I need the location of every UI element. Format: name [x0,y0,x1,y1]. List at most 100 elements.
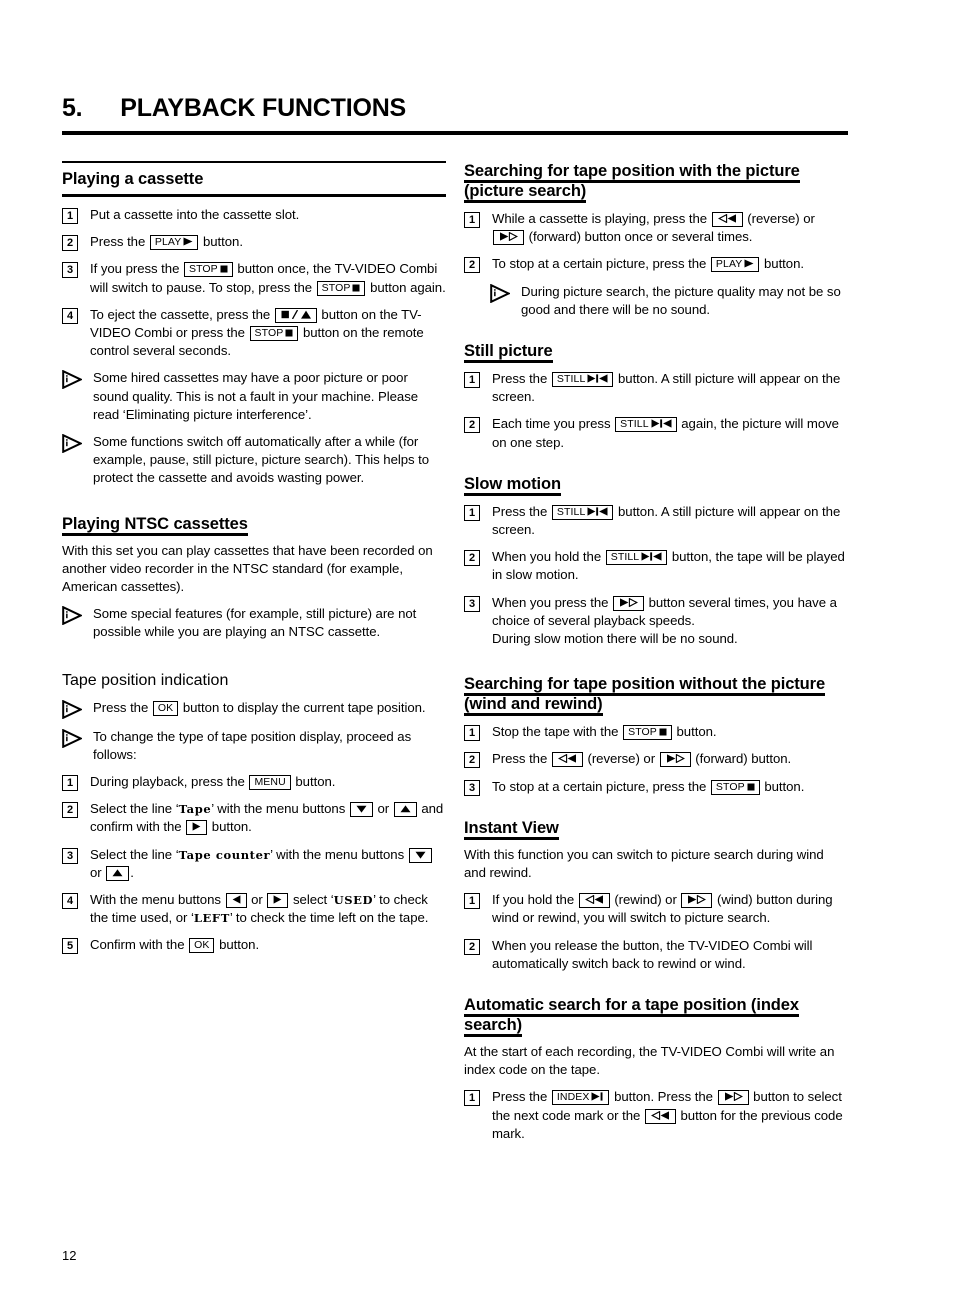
arrow-up-key[interactable] [393,802,417,818]
section-instant-view: Instant View With this function you can … [464,818,848,973]
index-icon [591,1092,604,1102]
step-text: While a cassette is playing, press the (… [492,211,815,246]
menu-key[interactable]: MENU [249,775,291,791]
step-text: Select the line ‘Tape counter’ with the … [90,846,446,882]
note-item: Press the OK button to display the curre… [62,699,446,719]
notes-list: During picture search, the picture quali… [464,283,848,319]
step-text: With the menu buttons or select ‘USED’ t… [90,892,429,926]
section-title: Playing a cassette [62,170,204,188]
rewind-icon [584,895,604,905]
rewind-key[interactable] [711,212,743,227]
step-number: 3 [464,595,480,612]
fast-forward-icon [666,754,685,764]
arrow-down-key[interactable] [349,802,373,818]
osd-menu-label: LEFT [193,911,230,926]
note-item: Some special features (for example, stil… [62,605,446,641]
fast-forward-key[interactable] [613,595,644,611]
numbered-step: 5 Confirm with the OK button. [62,936,446,955]
step-number: 4 [62,307,78,324]
step-number: 2 [464,417,480,434]
step-text: To stop at a certain picture, press the … [492,256,804,273]
fast-forward-icon [724,1092,743,1102]
step-text: Stop the tape with the STOP button. [492,724,717,741]
intro-paragraph: At the start of each recording, the TV-V… [464,1044,835,1078]
steps-list: 1 Put a cassette into the cassette slot. 2… [62,206,446,360]
numbered-step: 1 Stop the tape with the STOP button. [464,723,848,742]
fast-forward-key[interactable] [493,230,524,246]
numbered-step: 1 During playback, press the MENU button. [62,773,446,792]
subsection-heading-wrap: Slow motion [464,474,848,496]
still-key[interactable]: STILL [605,550,668,566]
step-text: Put a cassette into the cassette slot. [90,207,300,222]
subsection-heading-wrap: Searching for tape position without the … [464,674,848,717]
subsection-title: Automatic search for a tape position (in… [464,996,799,1038]
subsection-heading-wrap: Playing NTSC cassettes [62,514,446,536]
step-number: 1 [62,775,78,792]
arrow-right-key[interactable] [267,893,289,909]
play-key[interactable]: PLAY [710,257,760,273]
numbered-step: 3 If you press the STOP button once, the … [62,260,446,296]
numbered-step: 2 Each time you press STILL again, the pi… [464,415,848,451]
step-text: Each time you press STILL again, the pic… [492,416,839,450]
fast-forward-key[interactable] [681,893,713,909]
arrow-left-key[interactable] [225,893,247,909]
osd-menu-label: Tape [178,802,212,817]
subsection-heading-wrap: Still picture [464,341,848,364]
stop-key[interactable]: STOP [183,262,233,278]
section-still-picture: Still picture 1 Press the STILL button. A… [464,341,848,452]
steps-list: 1 If you hold the (rewind) or (wind) butt… [464,891,848,973]
stop-key[interactable]: STOP [710,779,760,795]
numbered-step: 1 While a cassette is playing, press the … [464,210,848,246]
fast-forward-key[interactable] [659,752,691,768]
ok-key[interactable]: OK [189,938,215,954]
step-number: 2 [464,752,480,769]
step-text: If you hold the (rewind) or (wind) butto… [492,892,833,926]
arrow-up-key[interactable] [106,865,130,881]
osd-menu-label: USED [333,893,374,908]
stop-key[interactable]: STOP [316,280,366,296]
arrow-right-key[interactable] [186,820,208,836]
step-number: 3 [464,779,480,796]
note-item: To change the type of tape position disp… [62,728,446,764]
note-pointer-icon [62,434,82,454]
section-index-search: Automatic search for a tape position (in… [464,995,848,1143]
rewind-key[interactable] [644,1108,676,1124]
stop-key[interactable]: STOP [623,725,672,741]
step-number: 1 [464,212,480,228]
step-text: To eject the cassette, press the button … [90,306,424,359]
rewind-key[interactable] [551,752,583,768]
stop-eject-key[interactable] [274,307,317,323]
chapter-number: 5. [62,94,83,122]
arrow-up-icon [112,869,123,877]
still-key[interactable]: STILL [615,417,677,433]
step-text: When you hold the STILL button, the tape… [492,549,845,583]
numbered-step: 2 When you hold the STILL button, the tap… [464,548,848,584]
play-key[interactable]: PLAY [149,235,199,251]
step-number: 2 [464,938,480,955]
subsection-title: Slow motion [464,474,561,496]
step-text: To stop at a certain picture, press the … [492,778,805,795]
notes-list: Press the OK button to display the curre… [62,699,446,764]
note-text: During picture search, the picture quali… [521,283,841,317]
play-icon [183,237,193,246]
step-text: Press the (reverse) or (forward) button. [492,751,792,768]
still-key[interactable]: STILL [551,372,614,388]
fast-forward-key[interactable] [717,1090,749,1106]
ok-key[interactable]: OK [152,700,179,716]
index-key[interactable]: INDEX [551,1090,610,1106]
section-wind-and-rewind: Searching for tape position without the … [464,674,848,796]
still-key[interactable]: STILL [551,504,614,520]
section-playing-a-cassette: Playing a cassette 1 Put a cassette into … [62,161,446,488]
numbered-step: 4 With the menu buttons or select ‘USED’ … [62,891,446,927]
step-number: 2 [62,802,78,819]
numbered-step: 1 Press the STILL button. A still picture… [464,370,848,406]
numbered-step: 2 Press the (reverse) or (forward) button… [464,750,848,769]
step-number: 1 [62,208,78,224]
still-frame-icon [651,419,672,429]
step-number: 1 [464,504,480,521]
stop-key[interactable]: STOP [249,326,299,342]
arrow-down-key[interactable] [408,847,432,863]
left-column: Playing a cassette 1 Put a cassette into … [62,161,446,1143]
rewind-key[interactable] [578,893,610,909]
steps-list: 1 Press the STILL button. A still picture… [464,503,848,648]
